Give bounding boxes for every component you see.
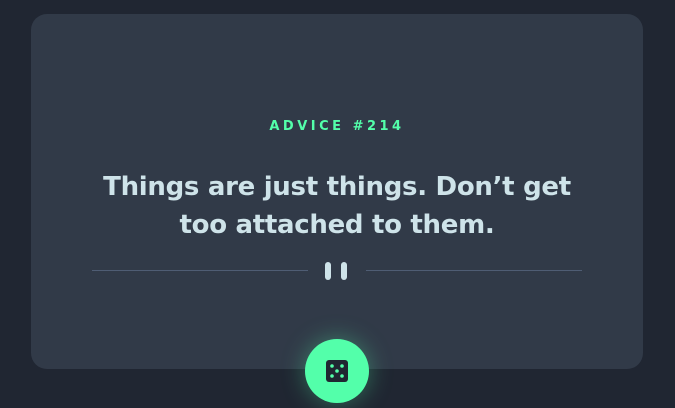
- dice-icon: [326, 360, 348, 382]
- divider: [92, 260, 582, 282]
- pause-bar-right: [341, 262, 347, 280]
- advice-id-label: ADVICE #214: [269, 119, 405, 134]
- divider-line-left: [92, 270, 308, 271]
- advice-quote: Things are just things. Don’t get too at…: [103, 172, 571, 240]
- advice-card: ADVICE #214 Things are just things. Don’…: [31, 14, 643, 369]
- pause-bar-left: [325, 262, 331, 280]
- pause-icon: [325, 262, 349, 280]
- new-advice-button[interactable]: [305, 339, 369, 403]
- divider-line-right: [366, 270, 582, 271]
